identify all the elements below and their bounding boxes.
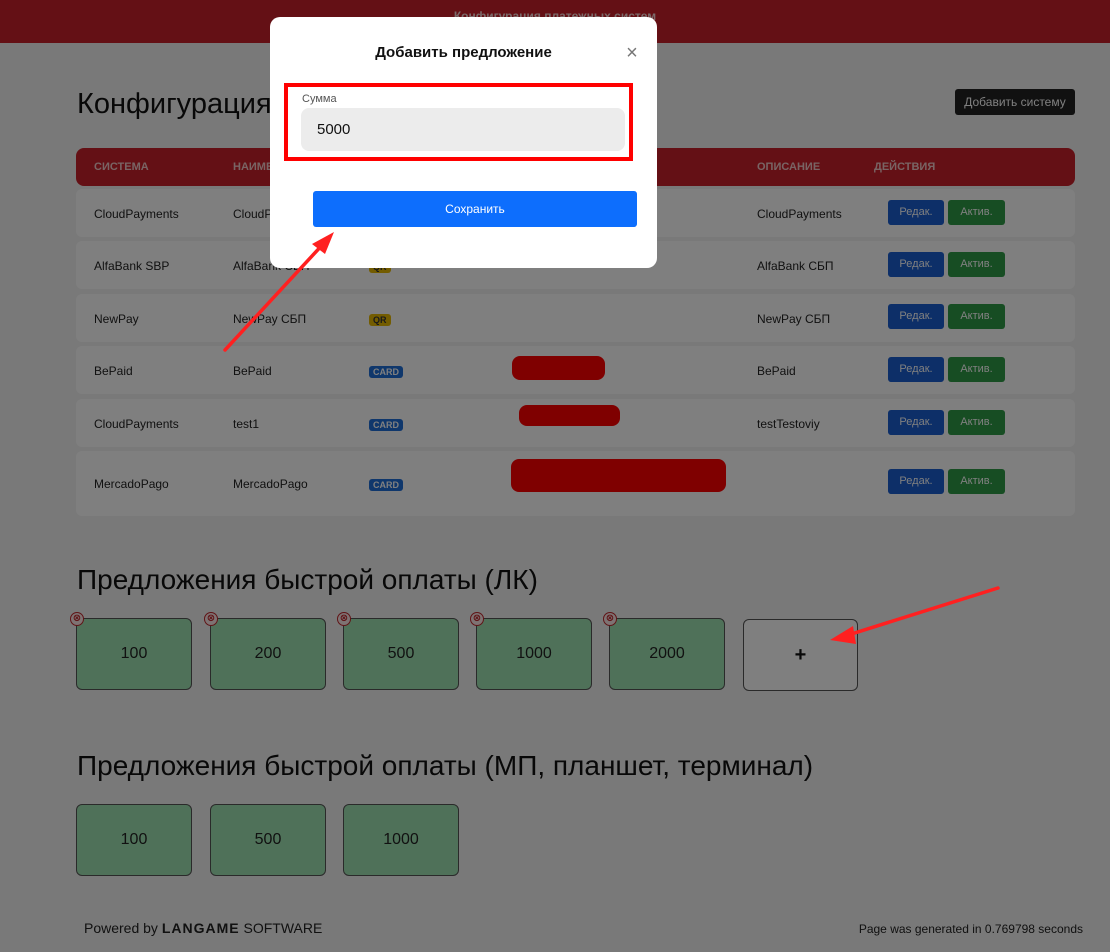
arrow-to-save-button: [223, 232, 334, 352]
annotation-arrows: [223, 232, 1000, 644]
arrow-to-add-offer: [830, 586, 1000, 644]
